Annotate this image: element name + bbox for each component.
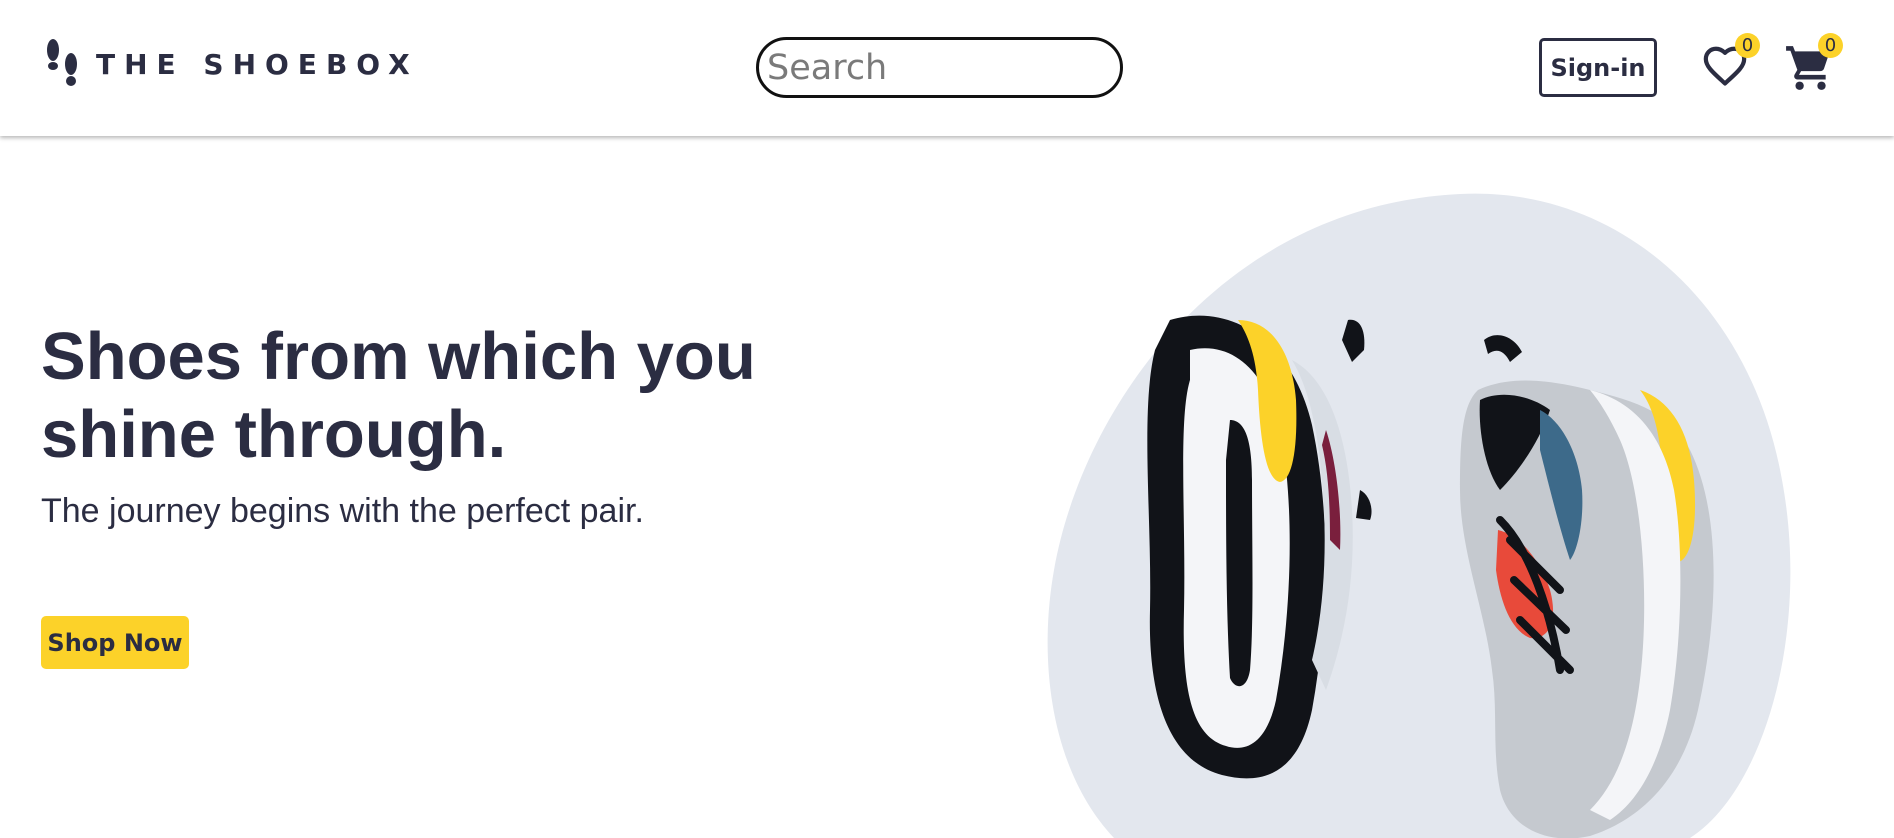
shop-now-button[interactable]: Shop Now	[41, 616, 189, 669]
search-input[interactable]	[756, 37, 1123, 98]
sign-in-button[interactable]: Sign-in	[1539, 38, 1657, 97]
footprints-icon	[47, 39, 77, 86]
sneakers-pair-image	[1047, 193, 1791, 838]
cart-count-badge: 0	[1818, 33, 1843, 58]
hero-subtitle: The journey begins with the perfect pair…	[41, 492, 644, 530]
hero-image	[1030, 190, 1820, 838]
wishlist-count-badge: 0	[1735, 33, 1760, 58]
site-header: THE SHOEBOX Sign-in 0 0	[0, 0, 1894, 136]
hero-title: Shoes from which you shine through.	[41, 319, 756, 472]
brand-logo[interactable]: THE SHOEBOX	[44, 36, 419, 92]
brand-name: THE SHOEBOX	[96, 47, 419, 81]
